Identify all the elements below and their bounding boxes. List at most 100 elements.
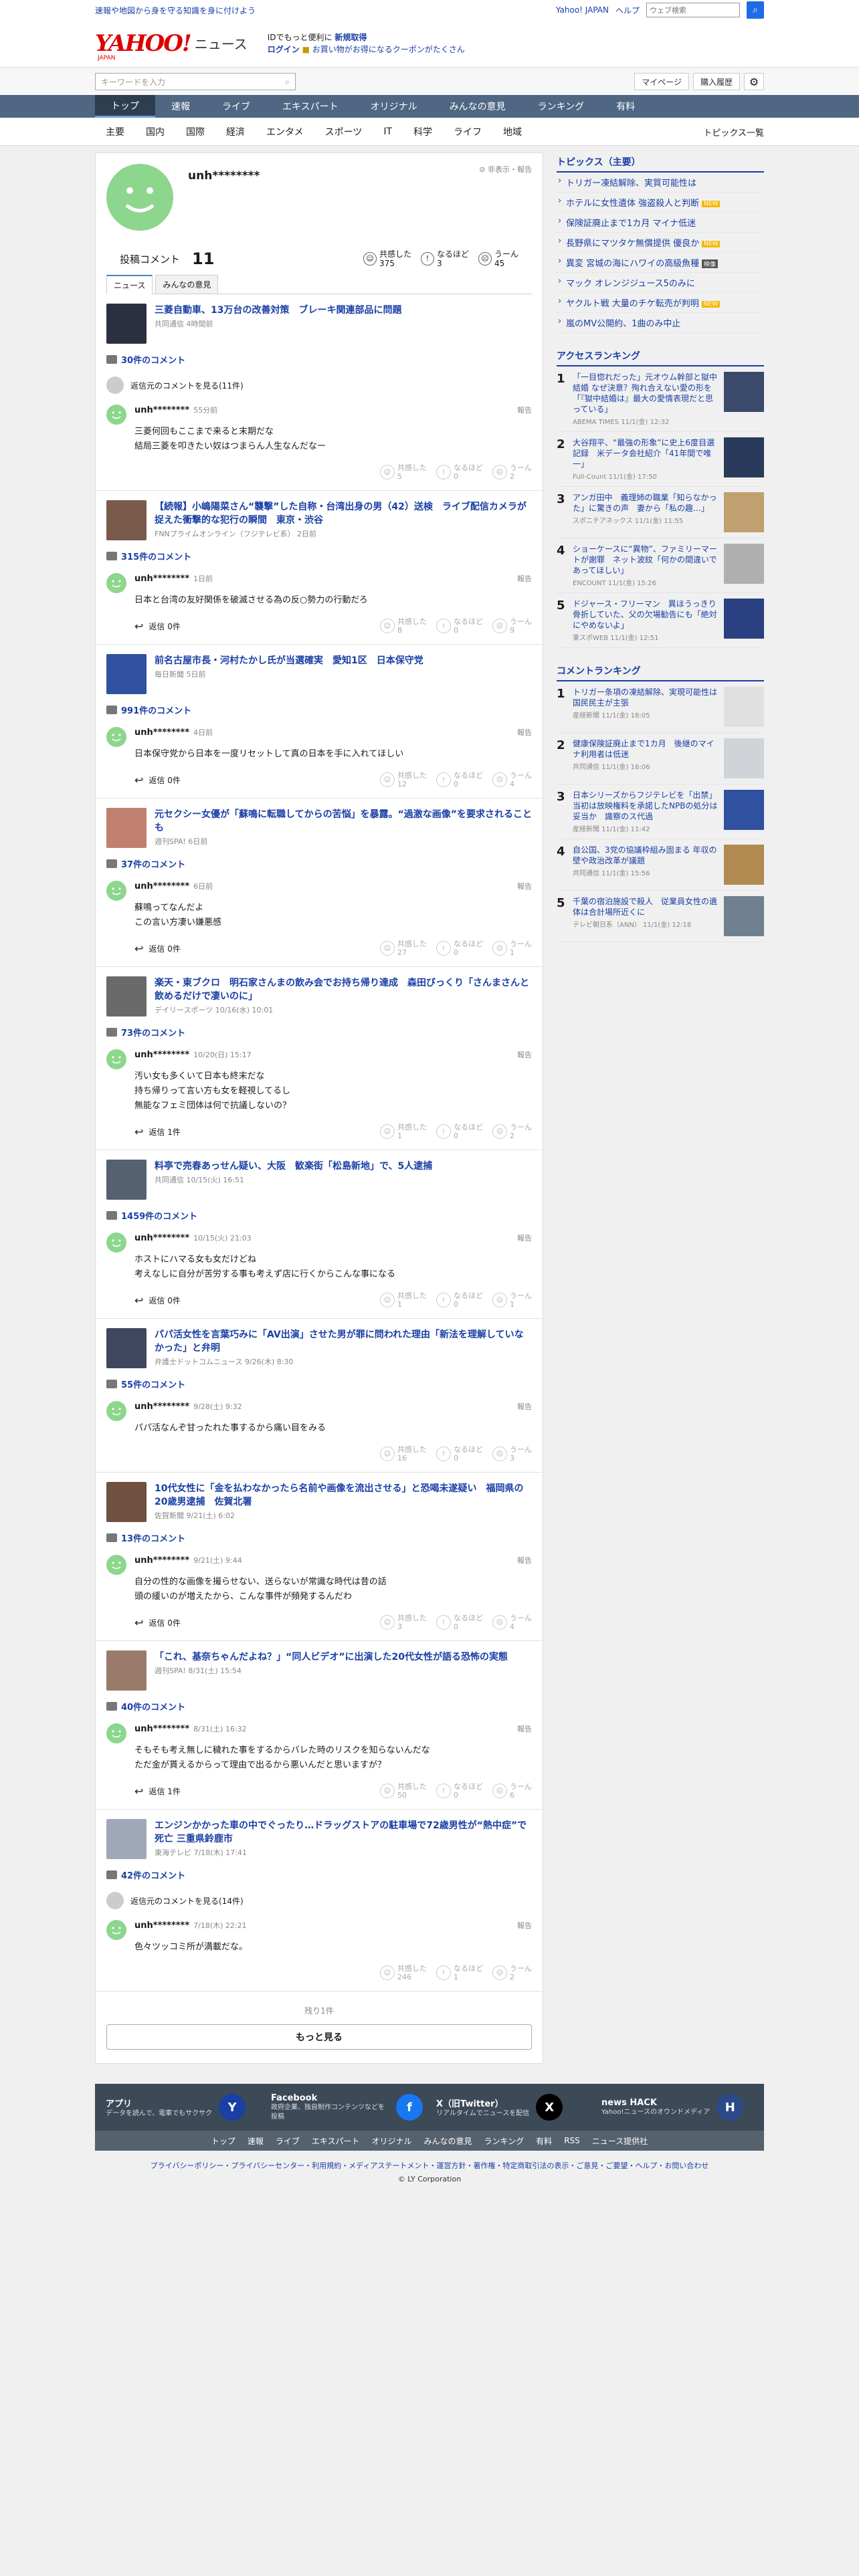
- article-comments-link[interactable]: 73件のコメント: [106, 1026, 532, 1039]
- empathy-button[interactable]: ☺ 共感した 3: [380, 1614, 427, 1631]
- nav-opinion[interactable]: みんなの意見: [434, 95, 522, 118]
- reply-button[interactable]: ↩ 返信 0件: [134, 1294, 181, 1307]
- insight-button[interactable]: ! なるほど 0: [436, 1123, 483, 1140]
- insight-button[interactable]: ! なるほど 0: [436, 1291, 483, 1309]
- article-link[interactable]: 元セクシー女優が「蘇鳴に転職してからの苦悩」を暴露。“過激な画像”を要求されるこ…: [106, 808, 532, 848]
- topic-link[interactable]: 長野県にマツタケ無償提供 優良かNEW: [557, 233, 764, 253]
- topic-link[interactable]: 嵐のMV公開約、1曲のみ中止: [557, 313, 764, 333]
- article-link[interactable]: 三菱自動車、13万台の改善対策 ブレーキ関連部品に問題 共同通信 4時間前: [106, 304, 532, 344]
- insight-button[interactable]: ! なるほど 0: [436, 463, 483, 481]
- ranking-item[interactable]: 3 アンガ田中 義理姉の職業「知らなかった」に驚きの声 妻から「私の趣…」 スポニチ…: [557, 487, 764, 538]
- cat-main[interactable]: 主要: [95, 125, 135, 138]
- report-link[interactable]: 報告: [517, 1401, 532, 1412]
- hide-report-link[interactable]: ⊘ 非表示・報告: [479, 164, 532, 175]
- insight-button[interactable]: ! なるほど 0: [436, 1782, 483, 1800]
- insight-button[interactable]: ! なるほど 1: [436, 1964, 483, 1981]
- topics-list-link[interactable]: トピックス一覧: [703, 126, 764, 138]
- cat-world[interactable]: 国際: [175, 125, 215, 138]
- cat-entertainment[interactable]: エンタメ: [256, 125, 314, 138]
- report-link[interactable]: 報告: [517, 1920, 532, 1931]
- load-more-button[interactable]: もっと見る: [106, 2024, 532, 2050]
- mypage-button[interactable]: マイページ: [634, 73, 689, 90]
- article-comments-link[interactable]: 40件のコメント: [106, 1700, 532, 1713]
- tab-opinion[interactable]: みんなの意見: [155, 275, 219, 294]
- see-parent-comment[interactable]: 返信元のコメントを見る(14件): [106, 1892, 532, 1909]
- footer-nav-link[interactable]: ランキング: [484, 2135, 524, 2147]
- article-comments-link[interactable]: 42件のコメント: [106, 1868, 532, 1881]
- report-link[interactable]: 報告: [517, 1232, 532, 1243]
- ranking-item[interactable]: 4 自公国、3党の協議枠組み固まる 年収の壁や政治改革が議題 共同通信 11/1(金…: [557, 839, 764, 891]
- article-comments-link[interactable]: 55件のコメント: [106, 1378, 532, 1390]
- nav-live[interactable]: ライブ: [206, 95, 266, 118]
- article-comments-link[interactable]: 13件のコメント: [106, 1531, 532, 1544]
- hmm-button[interactable]: ☹ うーん 1: [492, 940, 532, 957]
- nav-paid[interactable]: 有料: [600, 95, 651, 118]
- web-search-input[interactable]: [646, 3, 740, 17]
- footer-nav-link[interactable]: オリジナル: [372, 2135, 412, 2147]
- hmm-button[interactable]: ☹ うーん 4: [492, 771, 532, 788]
- hmm-button[interactable]: ☹ うーん 2: [492, 1123, 532, 1140]
- coupon-link[interactable]: お買い物がお得になるクーポンがたくさん: [312, 45, 465, 54]
- nav-expert[interactable]: エキスパート: [266, 95, 355, 118]
- report-link[interactable]: 報告: [517, 727, 532, 738]
- gear-icon[interactable]: ⚙: [744, 73, 764, 90]
- hmm-button[interactable]: ☹ うーん 4: [492, 1614, 532, 1631]
- footer-nav-link[interactable]: エキスパート: [312, 2135, 360, 2147]
- report-link[interactable]: 報告: [517, 1555, 532, 1566]
- topic-link[interactable]: トリガー凍結解除、実質可能性は: [557, 173, 764, 193]
- insight-button[interactable]: ! なるほど 0: [436, 1614, 483, 1631]
- hmm-button[interactable]: ☹ うーん 6: [492, 1782, 532, 1800]
- footer-links[interactable]: プライバシーポリシー・プライバシーセンター・利用規約・メディアステートメント・運…: [95, 2160, 764, 2171]
- nav-flash[interactable]: 速報: [155, 95, 206, 118]
- article-comments-link[interactable]: 991件のコメント: [106, 704, 532, 716]
- insight-button[interactable]: ! なるほど 0: [436, 617, 483, 635]
- footer-nav-link[interactable]: ライブ: [276, 2135, 300, 2147]
- report-link[interactable]: 報告: [517, 881, 532, 891]
- empathy-button[interactable]: ☺ 共感した 246: [380, 1964, 427, 1981]
- empathy-button[interactable]: ☺ 共感した 27: [380, 940, 427, 957]
- cat-local[interactable]: 地域: [492, 125, 533, 138]
- article-link[interactable]: 「これ、基奈ちゃんだよね？」“同人ビデオ”に出演した20代女性が語る恐怖の実態週…: [106, 1650, 532, 1691]
- report-link[interactable]: 報告: [517, 573, 532, 584]
- empathy-button[interactable]: ☺ 共感した 8: [380, 617, 427, 635]
- report-link[interactable]: 報告: [517, 1723, 532, 1734]
- hmm-button[interactable]: ☹ うーん 3: [492, 1445, 532, 1463]
- cat-it[interactable]: IT: [373, 126, 403, 137]
- ranking-item[interactable]: 3 日本シリーズからフジテレビを「出禁」 当初は放映権料を承諾したNPBの処分は妥…: [557, 784, 764, 839]
- empathy-button[interactable]: ☺ 共感した 16: [380, 1445, 427, 1463]
- ranking-item[interactable]: 1 トリガー条項の凍結解除、実現可能性は 国民民主が主張 産経新聞 11/1(金) …: [557, 681, 764, 733]
- footer-nav-link[interactable]: みんなの意見: [424, 2135, 472, 2147]
- article-comments-link[interactable]: 30件のコメント: [106, 353, 532, 366]
- nav-ranking[interactable]: ランキング: [522, 95, 601, 118]
- empathy-button[interactable]: ☺ 共感した 1: [380, 1123, 427, 1140]
- cat-sports[interactable]: スポーツ: [314, 125, 373, 138]
- topic-link[interactable]: 保険証廃止まで1カ月 マイナ低迷: [557, 213, 764, 233]
- reply-button[interactable]: ↩ 返信 0件: [134, 942, 181, 955]
- reply-button[interactable]: ↩ 返信 0件: [134, 1616, 181, 1629]
- login-link[interactable]: ログイン: [268, 45, 300, 54]
- insight-button[interactable]: ! なるほど 0: [436, 1445, 483, 1463]
- signup-link[interactable]: 新規取得: [335, 33, 367, 42]
- reply-button[interactable]: ↩ 返信 0件: [134, 774, 181, 786]
- ranking-item[interactable]: 2 大谷翔平、“最強の形象”に史上6度目選記録 米データ会社紹介「41年間で唯一」…: [557, 432, 764, 487]
- nav-top[interactable]: トップ: [95, 95, 155, 118]
- footer-app-link[interactable]: アプリ データを読んで、電車でもサクサク Y: [106, 2094, 258, 2121]
- see-parent-comment[interactable]: 返信元のコメントを見る(11件): [106, 377, 532, 394]
- search-icon[interactable]: ⌕: [747, 1, 764, 19]
- article-link[interactable]: 10代女性に「金を払わなかったら名前や画像を流出させる」と恐喝未遂疑い 福岡県の…: [106, 1482, 532, 1522]
- ranking-item[interactable]: 5 ドジャース・フリーマン 異ほうっきり骨折していた、父の欠場勧告にも「絶対にやめ…: [557, 593, 764, 648]
- yahoo-japan-link[interactable]: Yahoo! JAPAN: [556, 5, 609, 15]
- hmm-button[interactable]: ☹ うーん 2: [492, 1964, 532, 1981]
- empathy-button[interactable]: ☺ 共感した 50: [380, 1782, 427, 1800]
- search-icon[interactable]: ⌕: [285, 77, 290, 87]
- hmm-button[interactable]: ☹ うーん 1: [492, 1291, 532, 1309]
- report-link[interactable]: 報告: [517, 1049, 532, 1060]
- help-link[interactable]: ヘルプ: [615, 5, 640, 16]
- report-link[interactable]: 報告: [517, 405, 532, 415]
- topic-link[interactable]: マック オレンジジュース5のみに: [557, 273, 764, 293]
- article-comments-link[interactable]: 37件のコメント: [106, 857, 532, 870]
- reply-button[interactable]: ↩ 返信 1件: [134, 1785, 181, 1798]
- article-link[interactable]: 【続報】小嶋陽菜さん“襲撃”した自称・台湾出身の男（42）送検 ライブ配信カメラ…: [106, 500, 532, 540]
- ranking-item[interactable]: 5 千葉の宿泊施設で殺人 従業員女性の遺体は合計場所近くに テレビ朝日系（ANN） …: [557, 891, 764, 942]
- article-comments-link[interactable]: 315件のコメント: [106, 550, 532, 562]
